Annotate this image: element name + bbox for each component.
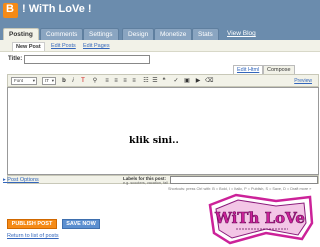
with-love-graphic: WiTh LoVe: [208, 193, 314, 245]
subtab-new-post[interactable]: New Post: [12, 42, 45, 51]
view-blog-link[interactable]: View Blog: [222, 28, 261, 40]
tab-settings[interactable]: Settings: [83, 28, 119, 40]
subtab-edit-pages[interactable]: Edit Pages: [80, 42, 113, 50]
editor-toolbar: Font tT b i T ⚲ ≡ ≡ ≡ ≡ ☷ ☰ ❝ ✓ ▣ ▶ ⌫ Pr…: [7, 74, 319, 87]
labels-hint: e.g. scooters, vacation, fall: [123, 181, 168, 185]
with-love-text: WiTh LoVe: [214, 209, 305, 227]
post-body-text: klik sini..: [129, 135, 179, 146]
italic-button[interactable]: i: [69, 77, 77, 85]
publish-post-button[interactable]: PUBLISH POST: [7, 219, 57, 229]
tab-stats[interactable]: Stats: [192, 28, 219, 40]
tab-monetize[interactable]: Monetize: [154, 28, 193, 40]
tab-design[interactable]: Design: [122, 28, 155, 40]
bold-button[interactable]: b: [60, 77, 68, 85]
font-select[interactable]: Font: [11, 77, 37, 85]
edit-html-tab[interactable]: Edit Html: [233, 65, 264, 74]
tab-comments[interactable]: Comments: [40, 28, 84, 40]
post-options-label: Post Options: [7, 177, 39, 183]
justify-icon[interactable]: ≡: [130, 77, 138, 85]
spellcheck-icon[interactable]: ✓: [172, 77, 180, 85]
align-left-icon[interactable]: ≡: [103, 77, 111, 85]
numbered-list-icon[interactable]: ☷: [142, 77, 150, 85]
post-options-link[interactable]: ▸ Post Options: [3, 177, 39, 183]
title-input[interactable]: [24, 55, 150, 64]
header-bar: ! WiTh LoVe !: [0, 0, 320, 25]
bullet-list-icon[interactable]: ☰: [151, 77, 159, 85]
blogger-logo-icon[interactable]: [3, 3, 18, 18]
return-to-posts-link[interactable]: Return to list of posts: [7, 233, 59, 239]
labels-input[interactable]: [170, 176, 318, 184]
title-label: Title:: [8, 56, 23, 62]
align-center-icon[interactable]: ≡: [112, 77, 120, 85]
post-body-editor[interactable]: klik sini..: [7, 87, 319, 175]
image-icon[interactable]: ▣: [183, 77, 191, 85]
link-icon[interactable]: ⚲: [91, 77, 99, 85]
preview-link[interactable]: Preview: [294, 78, 312, 84]
remove-format-icon[interactable]: ⌫: [205, 77, 213, 85]
keyboard-shortcuts-hint: Shortcuts: press Ctrl with: B = Bold, I …: [168, 187, 312, 191]
compose-tab[interactable]: Compose: [263, 65, 295, 74]
subtab-edit-posts[interactable]: Edit Posts: [48, 42, 79, 50]
blockquote-icon[interactable]: ❝: [160, 77, 168, 85]
video-icon[interactable]: ▶: [194, 77, 202, 85]
blog-title: ! WiTh LoVe !: [22, 3, 92, 15]
save-now-button[interactable]: SAVE NOW: [62, 219, 100, 229]
text-color-icon[interactable]: T: [79, 77, 87, 85]
main-tabs: Posting Comments Settings Design Monetiz…: [0, 25, 320, 41]
align-right-icon[interactable]: ≡: [121, 77, 129, 85]
sub-navigation: New Post Edit Posts Edit Pages: [0, 40, 320, 52]
font-size-select[interactable]: tT: [42, 77, 56, 85]
